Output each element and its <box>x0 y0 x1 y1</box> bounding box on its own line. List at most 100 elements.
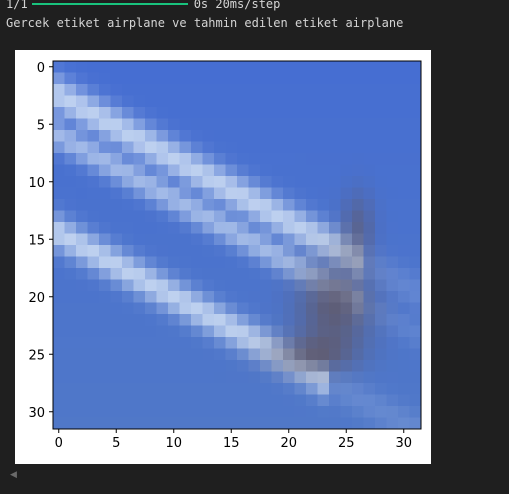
image-pixel <box>122 302 134 315</box>
image-pixel <box>110 302 123 315</box>
image-pixel <box>363 337 376 349</box>
image-pixel <box>156 314 169 326</box>
image-pixel <box>53 61 65 73</box>
image-pixel <box>260 72 272 85</box>
image-pixel <box>409 187 422 200</box>
image-pixel <box>352 360 364 372</box>
image-pixel <box>87 84 100 96</box>
image-pixel <box>225 279 238 292</box>
image-pixel <box>99 95 111 108</box>
image-pixel <box>191 95 203 108</box>
image-pixel <box>99 222 111 234</box>
image-pixel <box>225 199 238 211</box>
image-pixel <box>375 84 387 96</box>
image-pixel <box>225 95 238 108</box>
image-pixel <box>202 176 215 188</box>
image-pixel <box>306 153 318 165</box>
image-pixel <box>145 118 157 131</box>
image-pixel <box>225 406 238 418</box>
image-pixel <box>179 95 192 108</box>
image-pixel <box>168 153 180 165</box>
image-pixel <box>87 130 100 142</box>
image-pixel <box>248 210 261 223</box>
image-pixel <box>168 72 180 85</box>
image-pixel <box>179 164 192 177</box>
image-pixel <box>179 337 192 349</box>
image-pixel <box>398 383 410 395</box>
image-pixel <box>145 187 157 200</box>
image-pixel <box>283 417 295 430</box>
image-pixel <box>409 130 422 142</box>
image-pixel <box>260 371 272 384</box>
image-pixel <box>271 141 284 154</box>
image-pixel <box>260 95 272 108</box>
image-pixel <box>248 371 261 384</box>
image-pixel <box>202 256 215 269</box>
image-pixel <box>409 348 422 361</box>
image-pixel <box>283 210 295 223</box>
image-pixel <box>99 291 111 303</box>
image-pixel <box>317 141 330 154</box>
image-pixel <box>179 394 192 407</box>
image-pixel <box>306 107 318 119</box>
image-pixel <box>294 95 307 108</box>
image-pixel <box>110 348 123 361</box>
image-pixel <box>179 417 192 430</box>
image-pixel <box>53 383 65 395</box>
image-pixel <box>329 141 341 154</box>
image-pixel <box>260 141 272 154</box>
image-pixel <box>99 279 111 292</box>
image-pixel <box>179 245 192 257</box>
image-pixel <box>133 118 146 131</box>
notebook-cell-output: 1/1 0s 20ms/step Gercek etiket airplane v… <box>0 0 509 494</box>
image-pixel <box>122 118 134 131</box>
image-pixel <box>156 233 169 246</box>
image-pixel <box>352 210 364 223</box>
image-pixel <box>363 61 376 73</box>
image-pixel <box>145 325 157 338</box>
image-pixel <box>87 394 100 407</box>
image-pixel <box>306 360 318 372</box>
image-pixel <box>283 279 295 292</box>
image-pixel <box>191 210 203 223</box>
image-pixel <box>225 210 238 223</box>
image-pixel <box>225 291 238 303</box>
image-pixel <box>271 233 284 246</box>
image-pixel <box>122 222 134 234</box>
image-pixel <box>225 256 238 269</box>
image-pixel <box>363 394 376 407</box>
image-pixel <box>294 314 307 326</box>
image-pixel <box>248 233 261 246</box>
image-pixel <box>179 107 192 119</box>
image-pixel <box>340 337 353 349</box>
image-pixel <box>156 417 169 430</box>
image-pixel <box>99 107 111 119</box>
image-pixel <box>156 360 169 372</box>
image-pixel <box>168 371 180 384</box>
image-pixel <box>156 141 169 154</box>
image-pixel <box>214 61 226 73</box>
image-pixel <box>248 348 261 361</box>
image-pixel <box>260 383 272 395</box>
image-pixel <box>363 84 376 96</box>
image-pixel <box>110 118 123 131</box>
image-pixel <box>271 291 284 303</box>
image-pixel <box>87 302 100 315</box>
image-pixel <box>386 222 399 234</box>
image-pixel <box>76 176 88 188</box>
image-pixel <box>156 245 169 257</box>
image-pixel <box>168 164 180 177</box>
image-pixel <box>133 210 146 223</box>
image-pixel <box>398 314 410 326</box>
image-pixel <box>110 268 123 280</box>
image-pixel <box>248 302 261 315</box>
image-pixel <box>156 337 169 349</box>
image-pixel <box>306 164 318 177</box>
image-pixel <box>386 84 399 96</box>
image-pixel <box>191 256 203 269</box>
image-pixel <box>375 406 387 418</box>
image-figure: 0 5 10 15 20 25 30 0 5 10 15 20 25 30 <box>15 50 431 464</box>
triangle-left-icon[interactable]: ◀ <box>10 470 17 480</box>
image-pixel <box>237 314 249 326</box>
image-pixel <box>99 61 111 73</box>
